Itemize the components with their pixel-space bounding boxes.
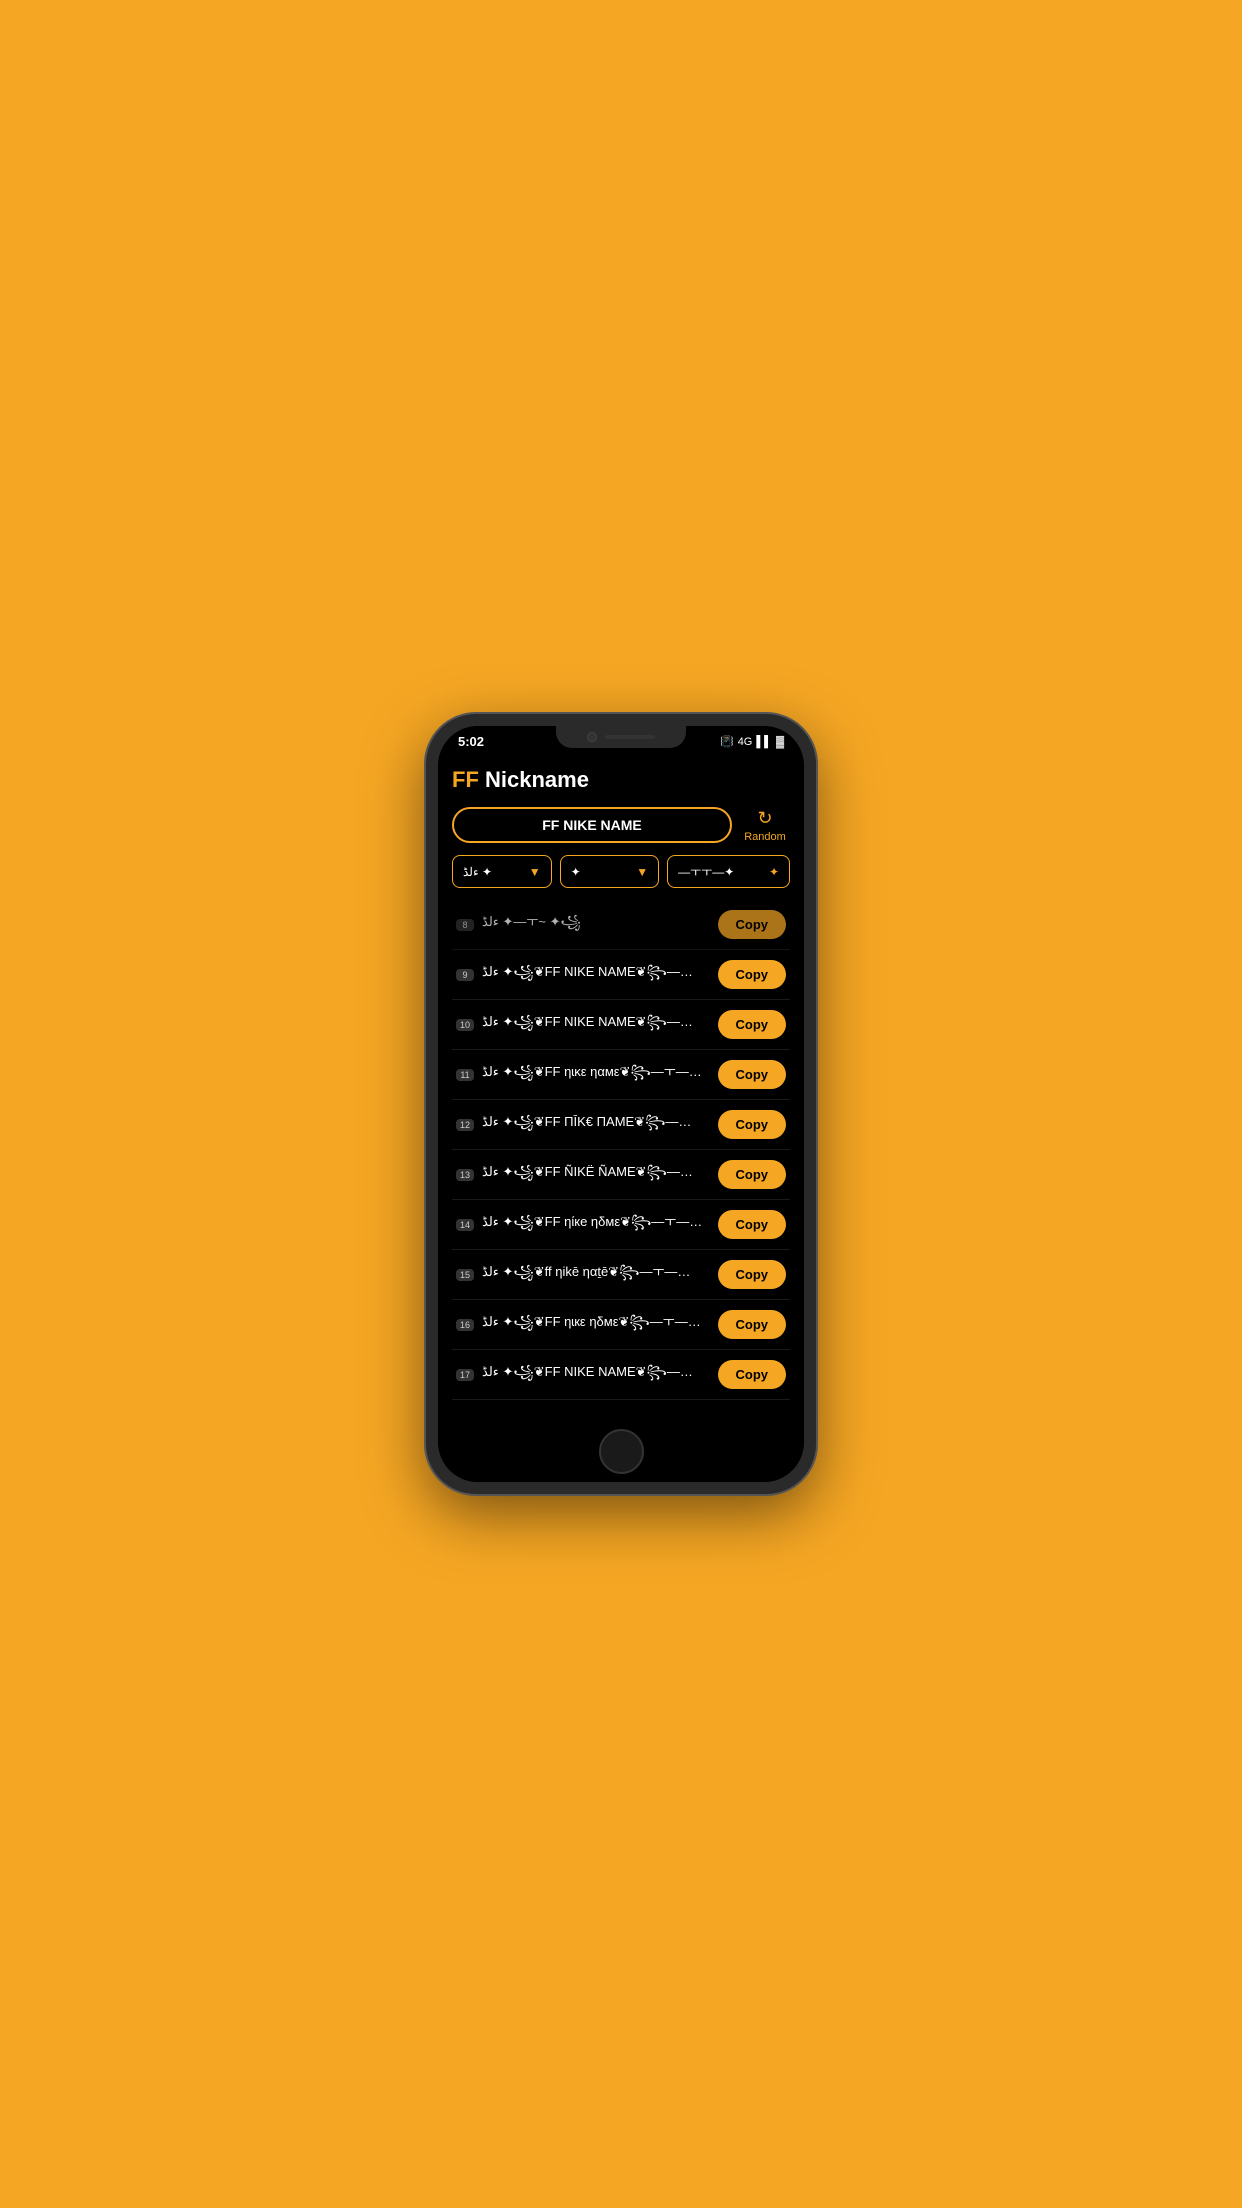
copy-button[interactable]: Copy bbox=[718, 1110, 787, 1139]
filter-row: ءلڈ ✦ ▼ ✦ ▼ —ㅜㅜ—✦ ✦ bbox=[452, 855, 790, 888]
random-label: Random bbox=[744, 831, 786, 843]
item-text: ءلڈ ✦꧁❦FF NIKE NAME❦꧂—… bbox=[482, 961, 710, 988]
item-number: 12 bbox=[456, 1119, 474, 1131]
dropdown-arrow-1: ▼ bbox=[529, 865, 541, 879]
list-item: 14 ءلڈ ✦꧁❦FF ηίке ηδмε❦꧂—ㅜ—… Copy bbox=[452, 1200, 790, 1250]
list-item: 8 ءلڈ ✦—ㅜ~ ✦꧁ Copy bbox=[452, 900, 790, 950]
item-text: ءلڈ ✦꧁❦FF ηɩκε ηαмε❦꧂—ㅜ—… bbox=[482, 1061, 710, 1088]
notch bbox=[556, 726, 686, 748]
item-number: 8 bbox=[456, 919, 474, 931]
item-text: ءلڈ ✦꧁❦ff ηikē ηαṯē❦꧂—ㅜ—… bbox=[482, 1261, 709, 1288]
item-text: ءلڈ ✦꧁❦FF ΠĪΚ€ ΠAME❦꧂—… bbox=[482, 1111, 709, 1138]
app-content: FF Nickname FF NIKE NAME ↻ Random ءلڈ ✦ … bbox=[438, 753, 804, 1421]
random-icon: ↻ bbox=[757, 808, 772, 829]
list-item: 15 ءلڈ ✦꧁❦ff ηikē ηαṯē❦꧂—ㅜ—… Copy bbox=[452, 1250, 790, 1300]
item-text: ءلڈ ✦꧁❦FF ηίке ηδмε❦꧂—ㅜ—… bbox=[482, 1211, 709, 1238]
filter-dropdown-2[interactable]: ✦ ▼ bbox=[560, 855, 660, 888]
search-input[interactable]: FF NIKE NAME bbox=[452, 807, 732, 843]
ff-title-highlight: FF bbox=[452, 767, 479, 792]
item-left: 11 ءلڈ ✦꧁❦FF ηɩκε ηαмε❦꧂—ㅜ—… bbox=[456, 1061, 710, 1088]
item-left: 15 ءلڈ ✦꧁❦ff ηikē ηαṯē❦꧂—ㅜ—… bbox=[456, 1261, 710, 1288]
item-left: 8 ءلڈ ✦—ㅜ~ ✦꧁ bbox=[456, 911, 710, 938]
list-item: 9 ءلڈ ✦꧁❦FF NIKE NAME❦꧂—… Copy bbox=[452, 950, 790, 1000]
list-item: 13 ءلڈ ✦꧁❦FF ÑIKË ÑAME❦꧂—… Copy bbox=[452, 1150, 790, 1200]
copy-button[interactable]: Copy bbox=[718, 1060, 787, 1089]
item-number: 16 bbox=[456, 1319, 474, 1331]
phone-frame: 5:02 📳 4G ▌▌ ▓ FF Nickname FF NIKE NAME … bbox=[426, 714, 816, 1494]
home-button-area bbox=[438, 1421, 804, 1482]
home-button[interactable] bbox=[599, 1429, 644, 1474]
list-item: 17 ءلڈ ✦꧁❦FF NIKE NAME❦꧂—… Copy bbox=[452, 1350, 790, 1400]
copy-button[interactable]: Copy bbox=[718, 1310, 787, 1339]
filter2-text: ✦ bbox=[571, 865, 581, 879]
copy-button[interactable]: Copy bbox=[718, 1210, 787, 1239]
battery-icon: ▓ bbox=[776, 736, 784, 748]
app-title: FF Nickname bbox=[452, 767, 790, 793]
item-number: 11 bbox=[456, 1069, 474, 1081]
item-number: 15 bbox=[456, 1269, 474, 1281]
list-item: 12 ءلڈ ✦꧁❦FF ΠĪΚ€ ΠAME❦꧂—… Copy bbox=[452, 1100, 790, 1150]
item-left: 13 ءلڈ ✦꧁❦FF ÑIKË ÑAME❦꧂—… bbox=[456, 1161, 710, 1188]
item-text: ءلڈ ✦—ㅜ~ ✦꧁ bbox=[482, 911, 710, 938]
copy-button[interactable]: Copy bbox=[718, 910, 787, 939]
item-text: ءلڈ ✦꧁❦FF ηɩкε ηδмε❦꧂—ㅜ—… bbox=[482, 1311, 709, 1338]
item-left: 14 ءلڈ ✦꧁❦FF ηίке ηδмε❦꧂—ㅜ—… bbox=[456, 1211, 710, 1238]
status-icons: 📳 4G ▌▌ ▓ bbox=[720, 735, 784, 748]
app-title-rest: Nickname bbox=[479, 767, 589, 792]
item-left: 10 ءلڈ ✦꧁❦FF NIKE NAME❦꧂—… bbox=[456, 1011, 710, 1038]
item-number: 10 bbox=[456, 1019, 474, 1031]
copy-button[interactable]: Copy bbox=[718, 1010, 787, 1039]
camera-dot bbox=[587, 732, 597, 742]
nickname-list: 8 ءلڈ ✦—ㅜ~ ✦꧁ Copy 9 ءلڈ ✦꧁❦FF NIKE NAME❦꧂—…… bbox=[452, 900, 790, 1400]
speaker-bar bbox=[605, 735, 655, 739]
list-item: 11 ءلڈ ✦꧁❦FF ηɩκε ηαмε❦꧂—ㅜ—… Copy bbox=[452, 1050, 790, 1100]
list-item: 16 ءلڈ ✦꧁❦FF ηɩкε ηδмε❦꧂—ㅜ—… Copy bbox=[452, 1300, 790, 1350]
dropdown-arrow-2: ▼ bbox=[636, 865, 648, 879]
item-text: ءلڈ ✦꧁❦FF ÑIKË ÑAME❦꧂—… bbox=[482, 1161, 709, 1188]
item-number: 9 bbox=[456, 969, 474, 981]
copy-button[interactable]: Copy bbox=[718, 1360, 787, 1389]
item-number: 13 bbox=[456, 1169, 474, 1181]
filter3-text: —ㅜㅜ—✦ bbox=[678, 863, 734, 880]
signal-icon: ▌▌ bbox=[756, 736, 772, 748]
network-icon: 4G bbox=[738, 736, 753, 748]
item-text: ءلڈ ✦꧁❦FF NIKE NAME❦꧂—… bbox=[482, 1011, 709, 1038]
random-button[interactable]: ↻ Random bbox=[740, 808, 790, 843]
filter1-text: ءلڈ ✦ bbox=[463, 865, 492, 879]
filter-dropdown-3[interactable]: —ㅜㅜ—✦ ✦ bbox=[667, 855, 790, 888]
filter-dropdown-1[interactable]: ءلڈ ✦ ▼ bbox=[452, 855, 552, 888]
search-row: FF NIKE NAME ↻ Random bbox=[452, 807, 790, 843]
dropdown-arrow-3: ✦ bbox=[769, 865, 779, 879]
item-text: ءلڈ ✦꧁❦FF NIKE NAME❦꧂—… bbox=[482, 1361, 709, 1388]
copy-button[interactable]: Copy bbox=[718, 960, 787, 989]
item-number: 17 bbox=[456, 1369, 474, 1381]
item-left: 16 ءلڈ ✦꧁❦FF ηɩкε ηδмε❦꧂—ㅜ—… bbox=[456, 1311, 710, 1338]
list-item: 10 ءلڈ ✦꧁❦FF NIKE NAME❦꧂—… Copy bbox=[452, 1000, 790, 1050]
copy-button[interactable]: Copy bbox=[718, 1260, 787, 1289]
vibrate-icon: 📳 bbox=[720, 735, 734, 748]
copy-button[interactable]: Copy bbox=[718, 1160, 787, 1189]
status-time: 5:02 bbox=[458, 734, 484, 749]
item-left: 12 ءلڈ ✦꧁❦FF ΠĪΚ€ ΠAME❦꧂—… bbox=[456, 1111, 710, 1138]
item-left: 9 ءلڈ ✦꧁❦FF NIKE NAME❦꧂—… bbox=[456, 961, 710, 988]
item-number: 14 bbox=[456, 1219, 474, 1231]
item-left: 17 ءلڈ ✦꧁❦FF NIKE NAME❦꧂—… bbox=[456, 1361, 710, 1388]
phone-screen: 5:02 📳 4G ▌▌ ▓ FF Nickname FF NIKE NAME … bbox=[438, 726, 804, 1482]
